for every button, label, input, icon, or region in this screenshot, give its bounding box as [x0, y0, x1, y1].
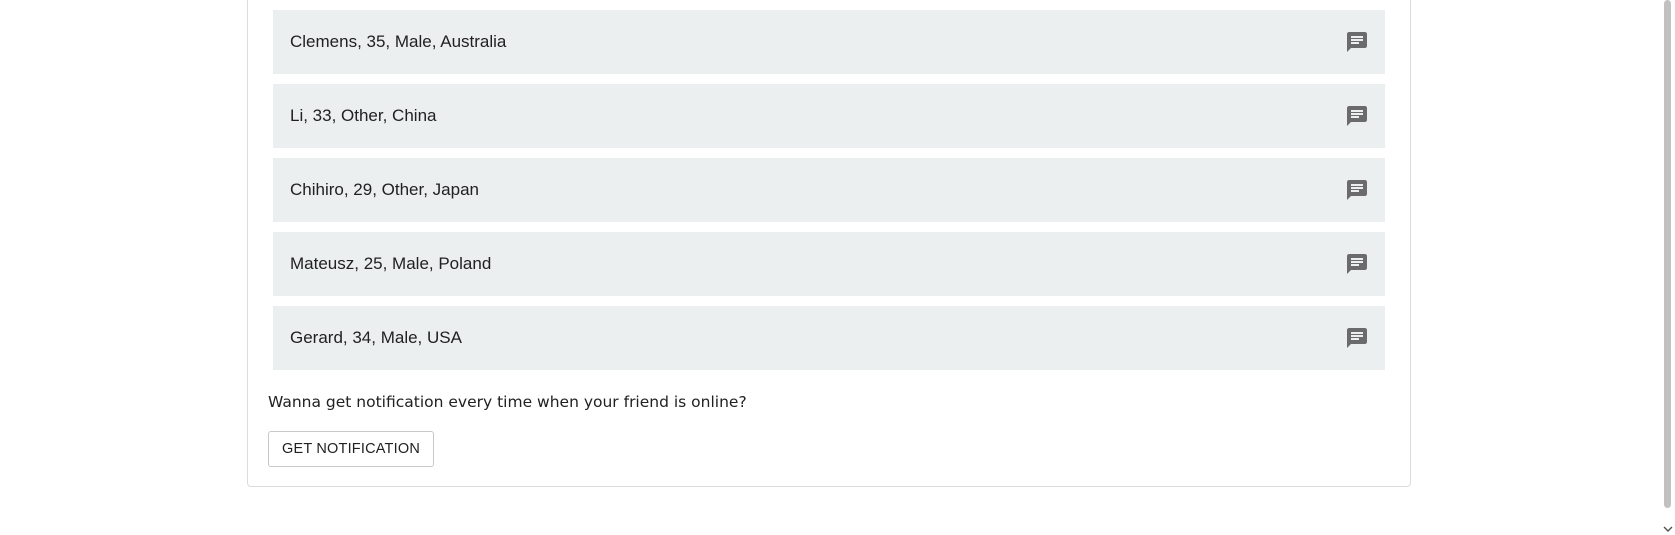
list-item: Clemens, 35, Male, Australia [273, 10, 1385, 74]
chat-icon[interactable] [1345, 30, 1369, 54]
get-notification-button[interactable]: GET NOTIFICATION [268, 431, 434, 467]
list-item: Chihiro, 29, Other, Japan [273, 158, 1385, 222]
chat-icon[interactable] [1345, 104, 1369, 128]
friend-list: Clemens, 35, Male, Australia Li, 33, Oth… [273, 10, 1385, 380]
scrollbar-thumb[interactable] [1664, 0, 1671, 508]
friend-label: Clemens, 35, Male, Australia [290, 32, 507, 51]
notification-prompt: Wanna get notification every time when y… [268, 393, 747, 411]
friend-label: Chihiro, 29, Other, Japan [290, 180, 480, 199]
friend-label: Mateusz, 25, Male, Poland [290, 254, 492, 273]
chat-icon[interactable] [1345, 252, 1369, 276]
friend-label: Li, 33, Other, China [290, 106, 437, 125]
scrollbar[interactable] [1661, 0, 1675, 535]
list-item: Mateusz, 25, Male, Poland [273, 232, 1385, 296]
chat-icon[interactable] [1345, 178, 1369, 202]
friend-label: Gerard, 34, Male, USA [290, 328, 462, 347]
chat-icon[interactable] [1345, 326, 1369, 350]
scroll-down-arrow-icon[interactable] [1663, 521, 1673, 532]
list-item: Gerard, 34, Male, USA [273, 306, 1385, 370]
page: Clemens, 35, Male, Australia Li, 33, Oth… [0, 0, 1675, 535]
list-item: Li, 33, Other, China [273, 84, 1385, 148]
